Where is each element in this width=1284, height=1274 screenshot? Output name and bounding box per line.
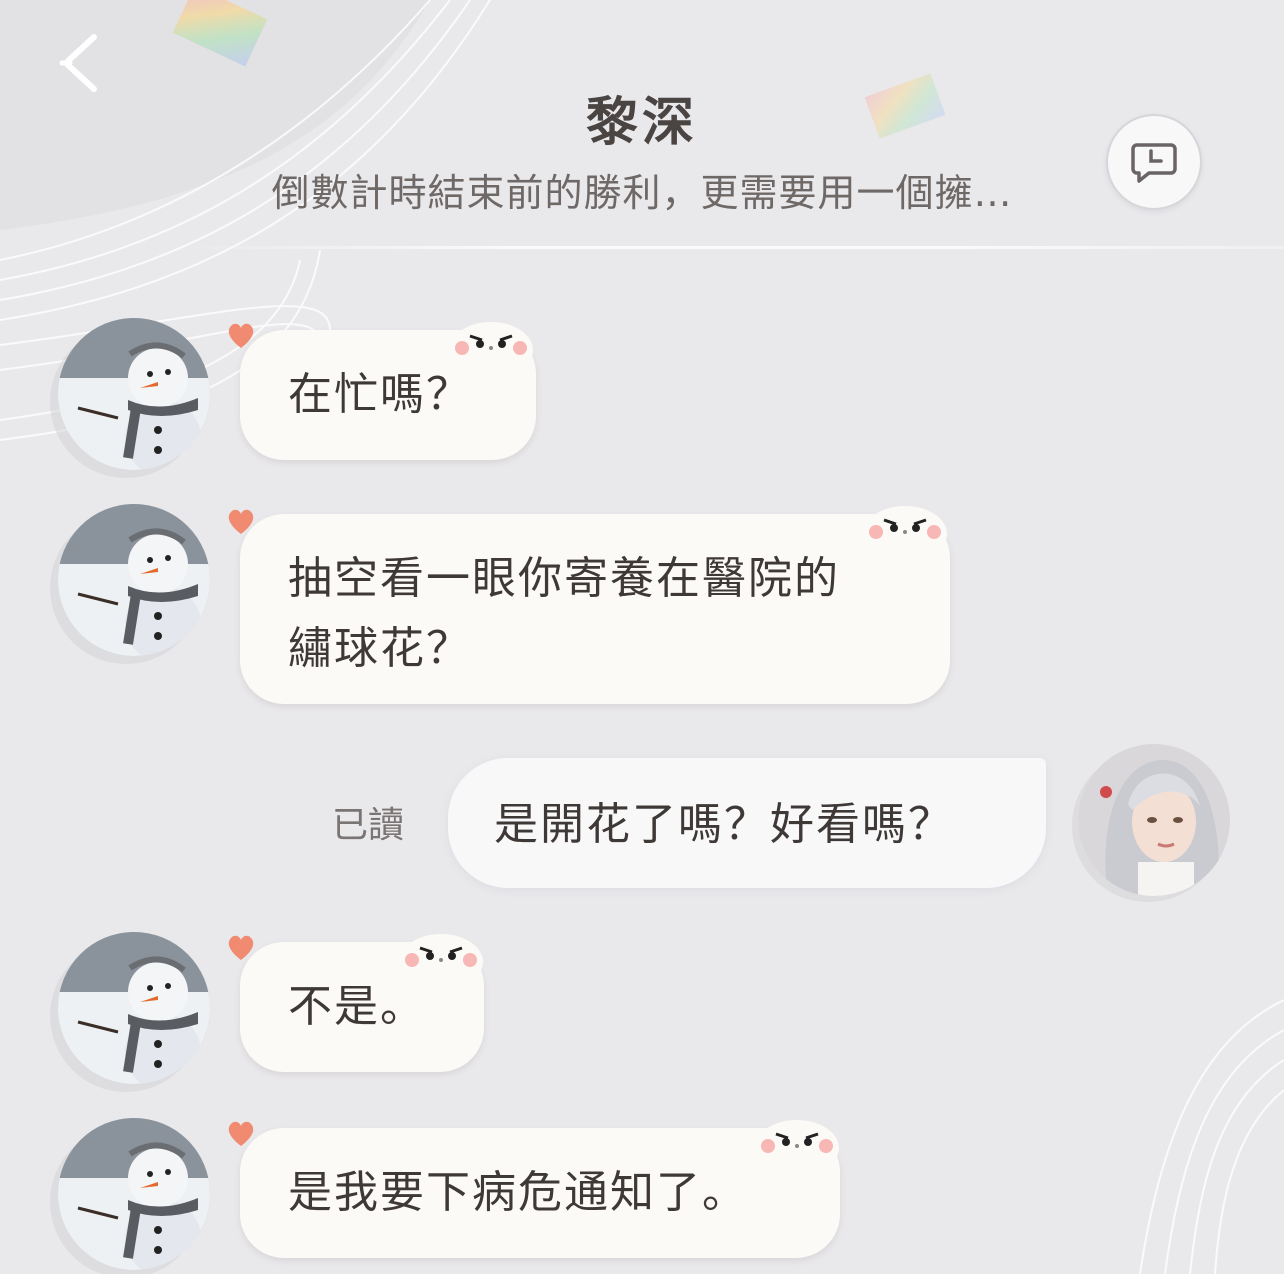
message-bubble[interactable]: 抽空看一眼你寄養在醫院的 繡球花？ [240,514,950,704]
cute-face-sticker-icon [399,934,483,984]
cute-face-sticker-icon [863,506,947,556]
snowman-avatar-image [58,504,210,656]
header-divider [180,246,1284,249]
my-message-bubble[interactable]: 是開花了嗎？好看嗎？ [448,758,1046,888]
chat-history-icon [1131,143,1177,183]
contact-avatar[interactable] [58,504,210,656]
cute-face-sticker-icon [755,1120,839,1170]
contact-avatar[interactable] [58,932,210,1084]
message-text: 是我要下病危通知了。 [288,1167,748,1218]
snowman-avatar-image [58,1118,210,1270]
message-text-line: 抽空看一眼你寄養在醫院的 [288,553,840,604]
user-portrait-avatar-image [1078,744,1230,896]
snowman-avatar-image [58,318,210,470]
contact-signature: 倒數計時結束前的勝利，更需要用一個擁… [271,171,1013,215]
contact-avatar[interactable] [58,1118,210,1270]
snowman-avatar-image [58,932,210,1084]
message-bubble[interactable]: 是我要下病危通知了。 [240,1128,840,1258]
message-text-line: 繡球花？ [288,623,472,674]
my-avatar[interactable] [1078,744,1230,896]
contact-avatar[interactable] [58,318,210,470]
chat-header: 黎深 倒數計時結束前的勝利，更需要用一個擁… [0,0,1284,250]
cute-face-sticker-icon [449,322,533,372]
message-text: 是開花了嗎？好看嗎？ [494,799,954,850]
chat-history-button[interactable] [1106,114,1202,210]
contact-name: 黎深 [585,92,698,153]
read-receipt: 已讀 [332,805,405,846]
